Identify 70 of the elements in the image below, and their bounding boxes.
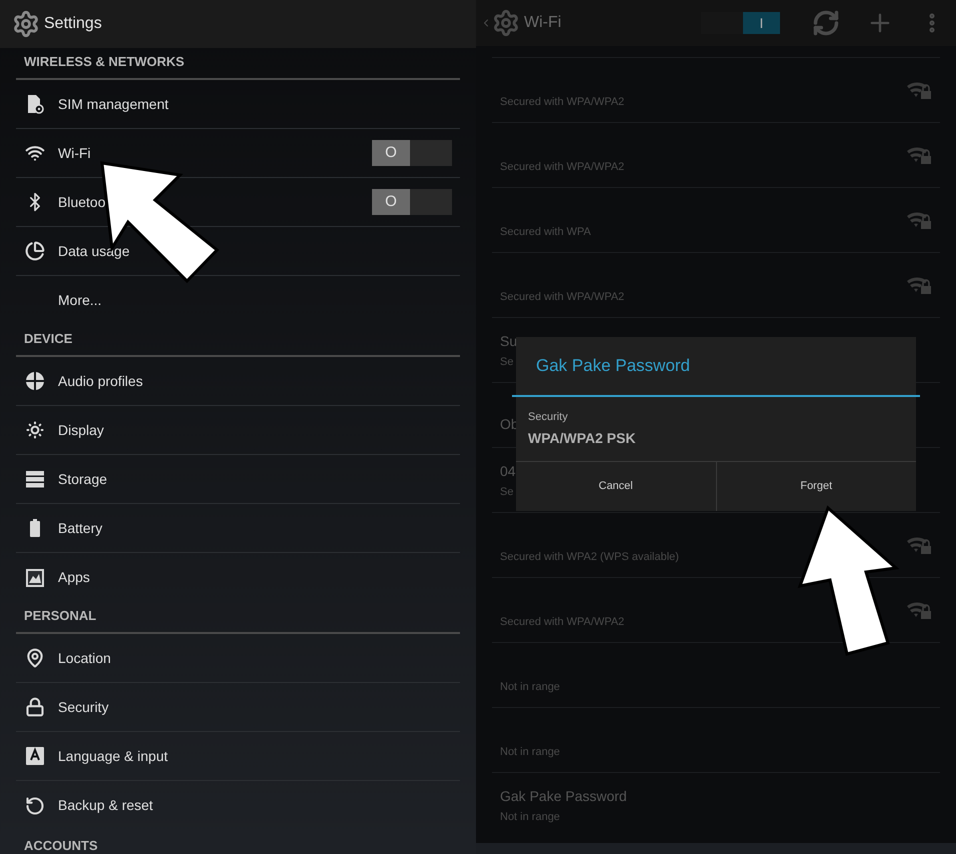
lock-icon bbox=[25, 697, 45, 717]
item-label: Data usage bbox=[58, 242, 131, 261]
network-status: Secured with WPA bbox=[500, 224, 591, 240]
network-status: Not in range bbox=[500, 744, 560, 760]
wifi-lock-icon bbox=[906, 80, 932, 100]
settings-item[interactable]: Security bbox=[16, 683, 460, 732]
network-status: Se bbox=[500, 484, 514, 500]
settings-icon[interactable] bbox=[12, 10, 40, 38]
field-label: Security bbox=[528, 410, 569, 426]
settings-item[interactable]: Language & input bbox=[16, 732, 460, 781]
pie-chart-icon bbox=[25, 241, 45, 261]
settings-item[interactable]: Audio profiles bbox=[16, 357, 460, 406]
brightness-icon bbox=[25, 420, 45, 440]
item-label: Language & input bbox=[58, 746, 169, 766]
screen-title: Wi-Fi bbox=[524, 13, 562, 33]
item-label: Bluetoo bbox=[58, 192, 106, 212]
refresh-icon[interactable] bbox=[812, 9, 840, 37]
settings-item[interactable]: Storage bbox=[16, 455, 460, 504]
toggle-switch[interactable]: O bbox=[372, 189, 452, 215]
settings-item[interactable]: More... bbox=[16, 276, 460, 325]
item-label: Battery bbox=[58, 518, 104, 538]
section-header: PERSONAL bbox=[24, 606, 96, 624]
network-status: Secured with WPA/WPA2 bbox=[500, 290, 624, 304]
wifi-lock-icon bbox=[906, 275, 932, 295]
location-pin-icon bbox=[25, 648, 45, 668]
item-label: Storage bbox=[58, 470, 108, 489]
settings-icon[interactable] bbox=[492, 9, 520, 37]
field-value: WPA/WPA2 PSK bbox=[528, 428, 637, 448]
network-status: Not in range bbox=[500, 680, 560, 694]
network-status: Secured with WPA/WPA2 bbox=[500, 160, 624, 174]
wifi-icon bbox=[25, 143, 45, 163]
network-status: Secured with WPA/WPA2 bbox=[500, 614, 624, 630]
keyboard-letter-icon bbox=[25, 746, 45, 766]
apps-icon bbox=[25, 568, 45, 588]
network-status: Secured with WPA/WPA2 bbox=[500, 94, 624, 110]
item-label: Security bbox=[58, 698, 110, 717]
settings-item[interactable]: Apps bbox=[16, 553, 460, 602]
restore-icon bbox=[25, 796, 45, 816]
wifi-lock-icon bbox=[906, 145, 932, 165]
network-name: Gak Pake Password bbox=[500, 786, 627, 806]
wifi-lock-icon bbox=[906, 210, 932, 230]
storage-icon bbox=[25, 469, 45, 489]
item-label: Wi-Fi bbox=[58, 144, 92, 162]
section-header: WIRELESS & NETWORKS bbox=[24, 52, 184, 70]
screen-title: Settings bbox=[44, 14, 102, 34]
item-label: Backup & reset bbox=[58, 796, 154, 815]
settings-item[interactable]: Backup & reset bbox=[16, 781, 460, 830]
sim-card-icon bbox=[25, 94, 45, 114]
wifi-lock-icon bbox=[906, 600, 932, 620]
item-label: More... bbox=[58, 291, 103, 310]
network-status: Secured with WPA2 (WPS available) bbox=[500, 550, 679, 564]
network-status: Se bbox=[500, 354, 514, 370]
section-header: DEVICE bbox=[24, 330, 72, 348]
item-label: SIM management bbox=[58, 94, 170, 114]
network-name: 04 bbox=[500, 462, 516, 480]
dialog-title: Gak Pake Password bbox=[536, 355, 690, 378]
settings-item[interactable]: Battery bbox=[16, 504, 460, 553]
settings-item[interactable]: SIM management bbox=[16, 80, 460, 129]
wifi-lock-icon bbox=[906, 535, 932, 555]
item-label: Display bbox=[58, 420, 105, 440]
toggle-switch[interactable]: O bbox=[372, 140, 452, 166]
settings-item[interactable]: Display bbox=[16, 406, 460, 455]
item-label: Apps bbox=[58, 568, 91, 587]
item-label: Location bbox=[58, 648, 112, 668]
audio-profiles-icon bbox=[25, 371, 45, 391]
settings-item[interactable]: Location bbox=[16, 634, 460, 683]
network-status: Not in range bbox=[500, 810, 560, 824]
section-header: ACCOUNTS bbox=[24, 836, 98, 854]
item-label: Audio profiles bbox=[58, 372, 144, 391]
network-name: Su bbox=[500, 332, 518, 350]
